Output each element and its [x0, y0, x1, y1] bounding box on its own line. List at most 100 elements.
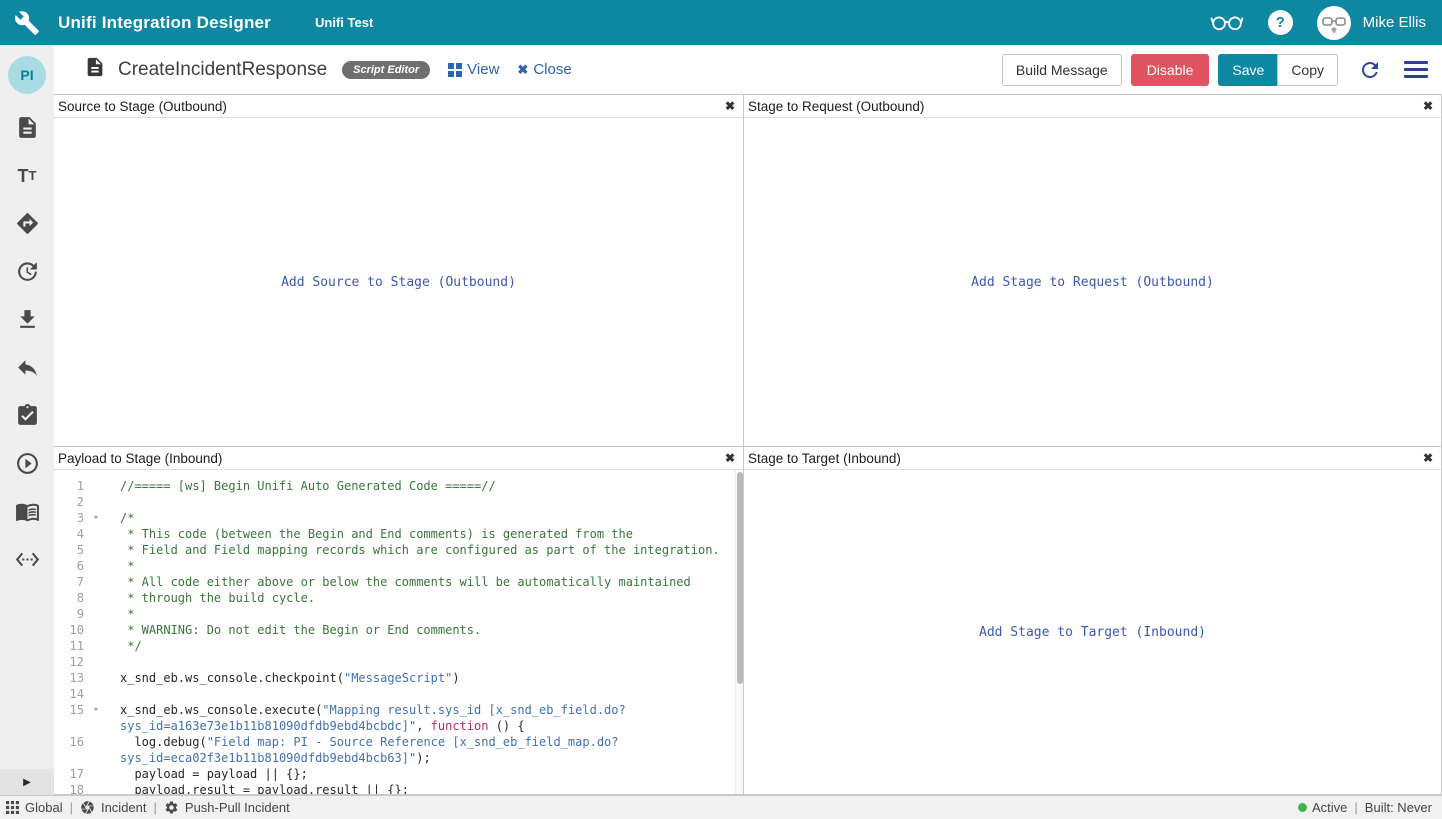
process-segment[interactable]: Push-Pull Incident: [164, 800, 290, 815]
user-avatar[interactable]: [1317, 6, 1351, 40]
code-text: [120, 654, 743, 670]
scope-label: Global: [25, 800, 63, 815]
code-text: payload.result = payload.result || {};: [120, 782, 743, 794]
script-file-icon: [84, 54, 106, 85]
code-text: x_snd_eb.ws_console.execute("Mapping res…: [120, 702, 743, 718]
status-bar: Global | Incident | Push-Pull Incident A…: [0, 795, 1442, 819]
code-line: 3▾/*: [54, 510, 743, 526]
line-number: 16: [54, 734, 84, 750]
add-stage-to-target-link[interactable]: Add Stage to Target (Inbound): [979, 625, 1206, 640]
line-number: 10: [54, 622, 84, 638]
copy-button[interactable]: Copy: [1277, 54, 1338, 86]
download-icon[interactable]: [14, 306, 41, 333]
code-line: 10 * WARNING: Do not edit the Begin or E…: [54, 622, 743, 638]
code-editor[interactable]: 1//===== [ws] Begin Unifi Auto Generated…: [54, 470, 743, 794]
scope-segment[interactable]: Global: [6, 800, 63, 815]
panel-stage-to-request: Stage to Request (Outbound) ✖ Add Stage …: [744, 95, 1442, 447]
line-number-gutter: 10: [54, 622, 120, 638]
line-number: 1: [54, 478, 84, 494]
line-number-gutter: 9: [54, 606, 120, 622]
panel-title: Stage to Target (Inbound): [748, 451, 901, 466]
built-status-label: Built: Never: [1365, 800, 1432, 815]
line-number-gutter: 5: [54, 542, 120, 558]
code-ethernet-icon[interactable]: [14, 546, 41, 573]
panel-header: Stage to Request (Outbound) ✖: [744, 95, 1441, 118]
panel-stage-to-target: Stage to Target (Inbound) ✖ Add Stage to…: [744, 447, 1442, 795]
clipboard-check-icon[interactable]: [14, 402, 41, 429]
panel-title: Payload to Stage (Inbound): [58, 451, 222, 466]
code-text: * Field and Field mapping records which …: [120, 542, 743, 558]
panel-close-button[interactable]: ✖: [1423, 100, 1433, 112]
line-number: [54, 718, 84, 734]
user-name[interactable]: Mike Ellis: [1363, 14, 1426, 31]
line-number: 5: [54, 542, 84, 558]
wrench-icon[interactable]: [14, 10, 40, 36]
sidebar-expand-button[interactable]: ▶: [0, 769, 54, 795]
document-icon[interactable]: [14, 114, 41, 141]
code-line: 11 */: [54, 638, 743, 654]
record-header: CreateIncidentResponse Script Editor Vie…: [54, 45, 1442, 94]
code-line: 16 log.debug("Field map: PI - Source Ref…: [54, 734, 743, 750]
refresh-icon: [1358, 58, 1382, 82]
refresh-button[interactable]: [1358, 58, 1382, 82]
script-editor-badge: Script Editor: [342, 61, 430, 79]
directions-icon[interactable]: [14, 210, 41, 237]
code-line: 15▾x_snd_eb.ws_console.execute("Mapping …: [54, 702, 743, 718]
panel-close-button[interactable]: ✖: [1423, 452, 1433, 464]
line-number-gutter: 15▾: [54, 702, 120, 718]
close-record-button[interactable]: ✖ Close: [517, 61, 571, 78]
line-number-gutter: 7: [54, 574, 120, 590]
gear-icon: [164, 800, 179, 815]
help-icon[interactable]: ?: [1268, 10, 1293, 35]
panel-close-button[interactable]: ✖: [725, 100, 735, 112]
panel-header: Payload to Stage (Inbound) ✖: [54, 447, 743, 470]
close-icon: ✖: [517, 62, 528, 78]
play-circle-icon[interactable]: [14, 450, 41, 477]
line-number-gutter: [54, 718, 120, 734]
view-button[interactable]: View: [448, 61, 499, 78]
line-number-gutter: 2: [54, 494, 120, 510]
panel-title: Stage to Request (Outbound): [748, 99, 924, 114]
book-icon[interactable]: [14, 498, 41, 525]
line-number-gutter: 3▾: [54, 510, 120, 526]
line-number: 9: [54, 606, 84, 622]
undo-icon[interactable]: [14, 354, 41, 381]
code-text: sys_id=a163e73e1b11b81090dfdb9ebd4bcbdc]…: [120, 718, 743, 734]
line-number-gutter: 17: [54, 766, 120, 782]
line-number-gutter: 6: [54, 558, 120, 574]
hamburger-menu-button[interactable]: [1404, 61, 1428, 78]
line-number-gutter: 13: [54, 670, 120, 686]
code-line: 9 *: [54, 606, 743, 622]
pi-app-avatar[interactable]: PI: [8, 56, 46, 94]
history-icon[interactable]: [14, 258, 41, 285]
application-segment[interactable]: Incident: [80, 800, 147, 815]
fold-arrow-icon[interactable]: ▾: [84, 702, 108, 718]
script-panels-grid: Source to Stage (Outbound) ✖ Add Source …: [54, 94, 1442, 795]
add-source-to-stage-link[interactable]: Add Source to Stage (Outbound): [281, 275, 516, 290]
navbar-menu-unifi-test[interactable]: Unifi Test: [315, 15, 373, 30]
code-text: x_snd_eb.ws_console.checkpoint("MessageS…: [120, 670, 743, 686]
line-number: 17: [54, 766, 84, 782]
panel-header: Source to Stage (Outbound) ✖: [54, 95, 743, 118]
disable-button[interactable]: Disable: [1131, 54, 1210, 86]
left-sidebar: PI TT: [0, 45, 54, 795]
line-number-gutter: [54, 750, 120, 766]
line-number-gutter: 18: [54, 782, 120, 794]
glasses-icon[interactable]: [1210, 9, 1244, 37]
line-number: 14: [54, 686, 84, 702]
text-format-icon[interactable]: TT: [14, 162, 41, 189]
app-title: Unifi Integration Designer: [58, 13, 271, 33]
scrollbar-thumb[interactable]: [737, 472, 743, 684]
code-line: 5 * Field and Field mapping records whic…: [54, 542, 743, 558]
save-button[interactable]: Save: [1218, 54, 1278, 86]
code-line: 4 * This code (between the Begin and End…: [54, 526, 743, 542]
code-line: 6 *: [54, 558, 743, 574]
code-scrollbar[interactable]: [735, 470, 743, 794]
panel-close-button[interactable]: ✖: [725, 452, 735, 464]
code-text: payload = payload || {};: [120, 766, 743, 782]
build-message-button[interactable]: Build Message: [1002, 54, 1122, 86]
add-stage-to-request-link[interactable]: Add Stage to Request (Outbound): [971, 275, 1214, 290]
fold-arrow-icon[interactable]: ▾: [84, 510, 108, 526]
code-text: sys_id=eca02f3e1b11b81090dfdb9ebd4bcb63]…: [120, 750, 743, 766]
code-text: /*: [120, 510, 743, 526]
